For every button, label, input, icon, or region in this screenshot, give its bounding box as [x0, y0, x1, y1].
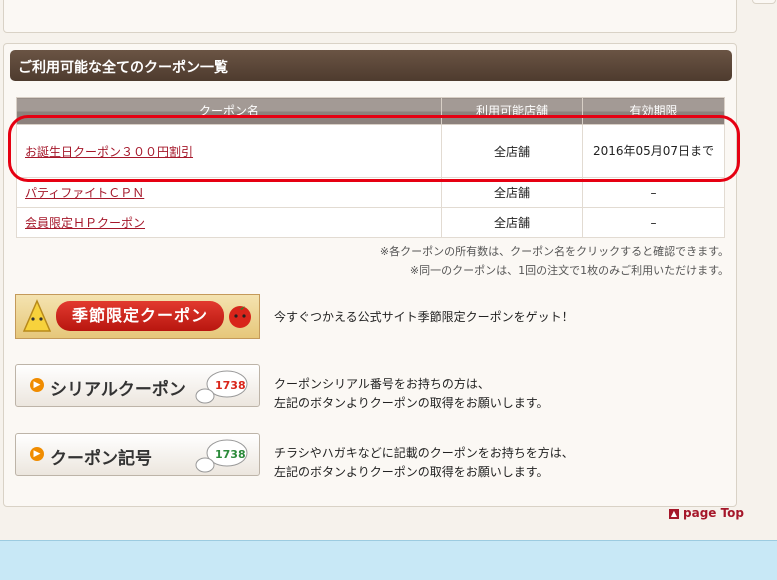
code-desc-line-2: 左記のボタンよりクーポンの取得をお願いします。 [274, 465, 549, 479]
cheese-mascot-icon [22, 299, 52, 332]
coupon-name-cell: 会員限定ＨＰクーポン [16, 207, 442, 238]
code-desc-line-1: チラシやハガキなどに記載のクーポンをお持ちを方は、 [274, 446, 574, 460]
note-quantity: ※各クーポンの所有数は、クーポン名をクリックすると確認できます。 [379, 245, 729, 258]
page-top-label: page Top [683, 506, 745, 520]
table-row: パティファイトＣＰＮ 全店舗 – [16, 177, 725, 208]
coupon-name-cell: パティファイトＣＰＮ [16, 177, 442, 208]
serial-coupon-label: シリアルクーポン [50, 380, 186, 400]
coupon-code-label: クーポン記号 [50, 449, 152, 469]
coupon-code-button[interactable]: ▶ クーポン記号 1738 [15, 433, 260, 476]
expiry-cell: – [582, 207, 725, 238]
coupon-link[interactable]: パティファイトＣＰＮ [25, 186, 144, 200]
arrow-right-icon: ▶ [30, 378, 44, 392]
section-header: ご利用可能な全てのクーポン一覧 [10, 50, 732, 81]
seasonal-coupon-button[interactable]: 季節限定クーポン [15, 294, 260, 339]
note-once-per-order: ※同一のクーポンは、1回の注文で1枚のみご利用いただけます。 [409, 264, 729, 277]
chevron-up-icon: ▲ [669, 508, 679, 519]
number-bubble-icon: 1738 [195, 370, 248, 404]
tomato-mascot-icon [229, 306, 251, 328]
stores-cell: 全店舗 [441, 207, 583, 238]
seasonal-coupon-label: 季節限定クーポン [56, 301, 224, 331]
side-strip [752, 0, 776, 4]
arrow-right-icon: ▶ [30, 447, 44, 461]
section-title: ご利用可能な全てのクーポン一覧 [18, 60, 228, 76]
serial-coupon-button[interactable]: ▶ シリアルクーポン 1738 [15, 364, 260, 407]
stores-cell: 全店舗 [441, 177, 583, 208]
number-bubble-icon: 1738 [195, 439, 248, 473]
serial-desc-line-2: 左記のボタンよりクーポンの取得をお願いします。 [274, 396, 549, 410]
svg-text:1738: 1738 [215, 379, 246, 392]
coupon-link[interactable]: 会員限定ＨＰクーポン [25, 216, 145, 230]
serial-desc-line-1: クーポンシリアル番号をお持ちの方は、 [274, 377, 490, 391]
bubble-digit: 1738 [215, 379, 246, 392]
bubble-digit: 1738 [215, 448, 246, 461]
seasonal-coupon-desc: 今すぐつかえる公式サイト季節限定クーポンをゲット！ [274, 310, 574, 324]
page-top-link[interactable]: ▲ page Top [669, 506, 744, 520]
expiry-cell: – [582, 177, 725, 208]
table-row: 会員限定ＨＰクーポン 全店舗 – [16, 207, 725, 238]
previous-panel [3, 0, 737, 33]
footer-band [0, 540, 777, 580]
serial-coupon-desc: クーポンシリアル番号をお持ちの方は、 左記のボタンよりクーポンの取得をお願いしま… [274, 375, 549, 413]
svg-text:1738: 1738 [215, 448, 246, 461]
highlight-annotation [8, 115, 740, 182]
coupon-code-desc: チラシやハガキなどに記載のクーポンをお持ちを方は、 左記のボタンよりクーポンの取… [274, 444, 574, 482]
